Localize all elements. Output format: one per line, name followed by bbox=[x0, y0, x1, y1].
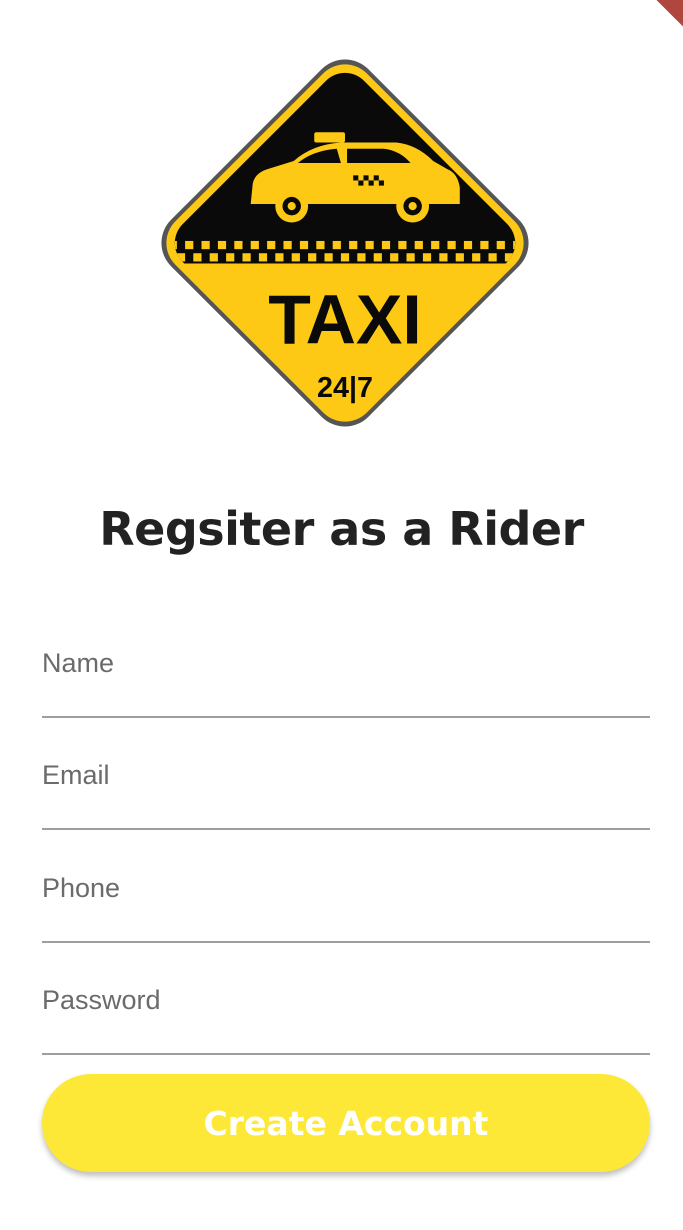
phone-input[interactable] bbox=[42, 873, 650, 904]
name-input[interactable] bbox=[42, 648, 650, 679]
name-field[interactable] bbox=[42, 626, 650, 718]
logo-subtext: 24|7 bbox=[317, 372, 373, 404]
email-field[interactable] bbox=[42, 738, 650, 830]
phone-field[interactable] bbox=[42, 851, 650, 943]
page-title: Regsiter as a Rider bbox=[99, 502, 584, 556]
logo-text: TAXI bbox=[268, 280, 422, 358]
password-field[interactable] bbox=[42, 963, 650, 1055]
taxi-logo: TAXI 24|7 bbox=[140, 38, 550, 448]
debug-banner bbox=[643, 0, 683, 40]
email-input[interactable] bbox=[42, 760, 650, 791]
password-input[interactable] bbox=[42, 985, 650, 1016]
create-account-button[interactable]: Create Account bbox=[42, 1074, 650, 1172]
